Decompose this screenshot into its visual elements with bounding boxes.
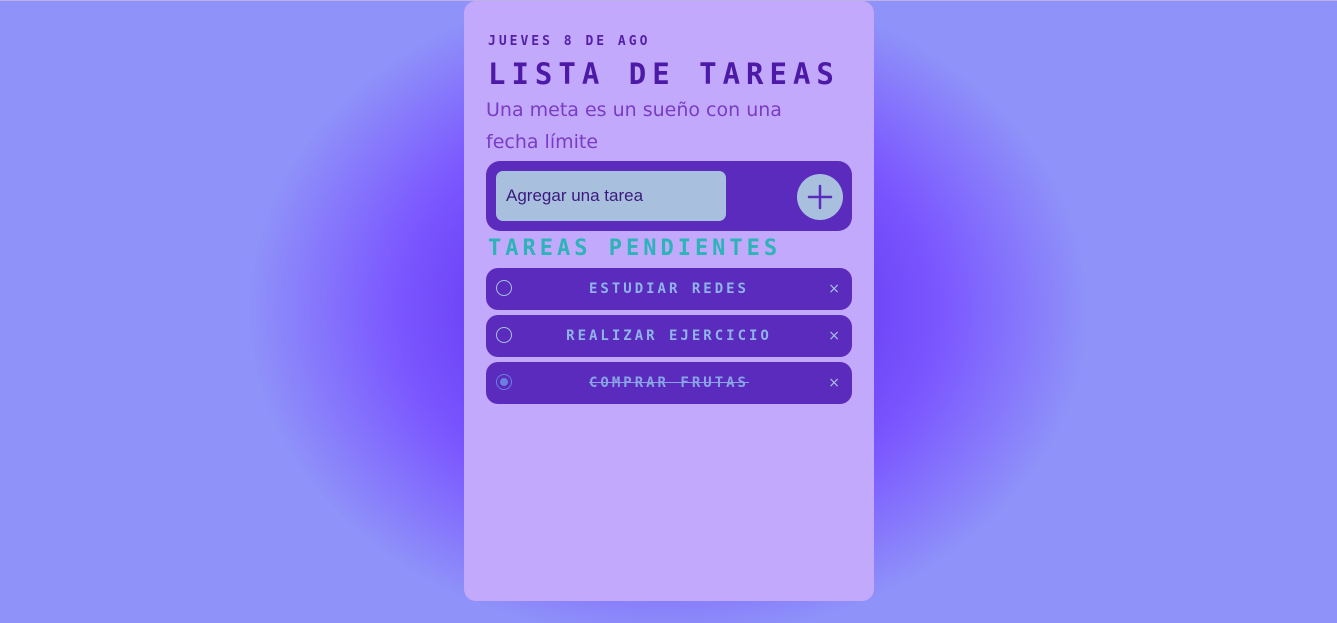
- task-label: Realizar ejercicio: [566, 328, 772, 344]
- quote-text: Una meta es un sueño con una fecha límit…: [486, 99, 782, 153]
- circle-check-icon[interactable]: [496, 280, 512, 296]
- task-item: Realizar ejercicio ×: [486, 315, 852, 357]
- close-icon[interactable]: ×: [828, 315, 840, 357]
- add-task-panel: [486, 161, 852, 231]
- close-icon[interactable]: ×: [828, 268, 840, 310]
- todo-card: Jueves 8 de ago Lista de tareas Una meta…: [464, 1, 874, 601]
- circle-check-icon[interactable]: [496, 327, 512, 343]
- task-item: Estudiar redes ×: [486, 268, 852, 310]
- task-item: Comprar frutas ×: [486, 362, 852, 404]
- add-task-button[interactable]: [797, 174, 843, 220]
- section-title: Tareas pendientes: [488, 236, 782, 261]
- date-label: Jueves 8 de ago: [488, 34, 651, 49]
- task-label: Comprar frutas: [588, 375, 749, 391]
- close-icon[interactable]: ×: [828, 362, 840, 404]
- circle-check-icon[interactable]: [496, 374, 512, 390]
- task-input[interactable]: [496, 171, 726, 221]
- task-label: Estudiar redes: [588, 281, 749, 297]
- page-title: Lista de tareas: [488, 57, 840, 91]
- plus-icon: [807, 184, 833, 210]
